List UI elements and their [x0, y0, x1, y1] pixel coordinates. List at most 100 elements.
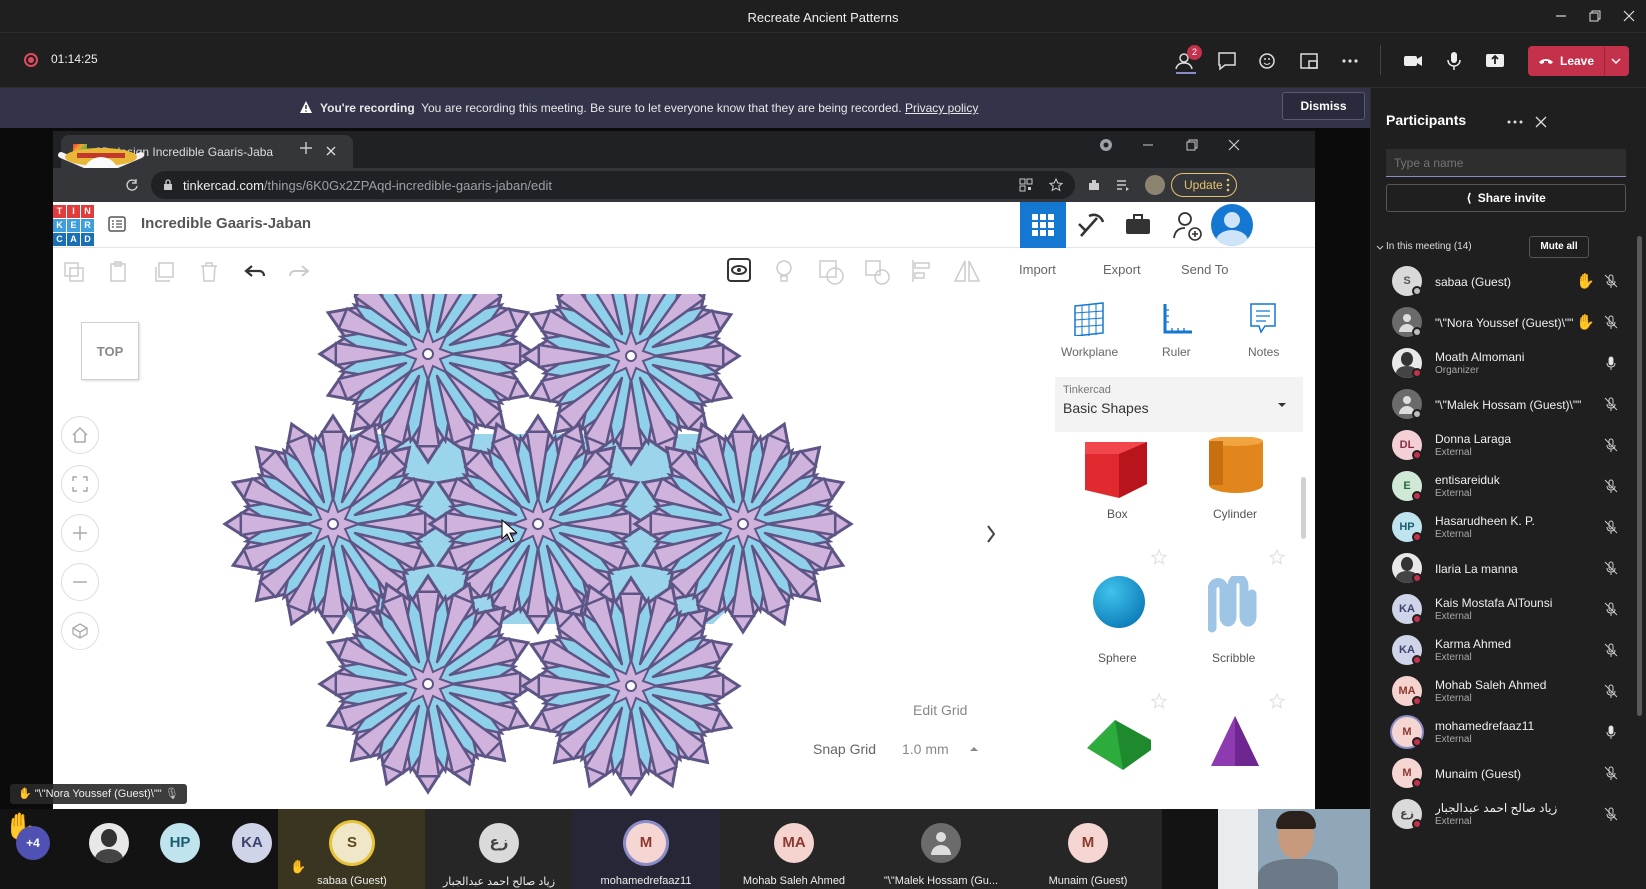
roof-shape-icon[interactable] [1085, 714, 1153, 774]
participant-row[interactable]: "\"Nora Youssef (Guest)\"" ✋ [1371, 301, 1646, 344]
video-tile[interactable]: Mmohamedrefaaz11 [572, 809, 720, 889]
snap-grid-select[interactable]: 1.0 mm [902, 741, 949, 757]
mic-off-icon[interactable] [1603, 273, 1619, 289]
mic-off-icon[interactable] [1603, 519, 1619, 535]
playlist-icon[interactable] [1116, 178, 1130, 192]
share-invite-button[interactable]: ⟨ Share invite [1386, 184, 1626, 212]
participant-row[interactable]: MA Mohab Saleh Ahmed External [1371, 670, 1646, 713]
blocks-pickaxe-icon[interactable] [1075, 210, 1107, 240]
mini-avatar-ka[interactable]: KA [232, 823, 272, 863]
participant-row[interactable]: Eentisareiduk External [1371, 465, 1646, 508]
rosette-tile[interactable] [317, 573, 539, 795]
delete-icon[interactable] [197, 260, 221, 284]
sphere-shape-label[interactable]: Sphere [1098, 651, 1137, 665]
sphere-shape-icon[interactable] [1091, 574, 1147, 630]
participant-row[interactable]: Mmohamedrefaaz11 External [1371, 711, 1646, 754]
duplicate-icon[interactable] [152, 260, 176, 284]
align-icon[interactable] [910, 258, 936, 284]
mirror-icon[interactable] [952, 258, 982, 284]
restore-icon[interactable] [1587, 8, 1603, 24]
participant-row[interactable]: KA Karma Ahmed External [1371, 629, 1646, 672]
reload-icon[interactable] [125, 178, 139, 192]
tab-close-icon[interactable] [325, 145, 337, 157]
mic-off-icon[interactable] [1603, 478, 1619, 494]
view-cube[interactable]: TOP [81, 322, 139, 380]
rooms-icon[interactable] [1295, 47, 1323, 75]
browser-profile-avatar[interactable] [1145, 175, 1165, 195]
caret-down-icon[interactable] [1277, 401, 1287, 409]
participant-photo-avatar[interactable] [89, 823, 129, 863]
microphone-icon[interactable] [1440, 47, 1468, 75]
browser-close-icon[interactable] [1227, 138, 1241, 152]
leave-button[interactable]: Leave [1528, 46, 1629, 76]
kebab-icon[interactable] [1225, 178, 1231, 192]
zoom-out-button[interactable] [61, 563, 99, 601]
share-screen-icon[interactable] [1481, 47, 1509, 75]
more-participants-counter[interactable]: +4 [16, 826, 50, 860]
microphone-icon[interactable] [1603, 724, 1619, 740]
edit-grid-button[interactable]: Edit Grid [913, 702, 967, 718]
favorite-star-icon[interactable] [1151, 549, 1167, 565]
view-3d-button[interactable] [1020, 202, 1066, 248]
tinkercad-user-avatar[interactable] [1211, 204, 1253, 246]
mic-off-icon[interactable] [1603, 642, 1619, 658]
scribble-shape-label[interactable]: Scribble [1212, 651, 1255, 665]
box-shape-icon[interactable] [1081, 440, 1151, 500]
star-icon[interactable] [1049, 178, 1063, 192]
export-button[interactable]: Export [1103, 262, 1141, 277]
light-bulb-icon[interactable] [772, 258, 796, 286]
minimize-icon[interactable] [1553, 8, 1569, 24]
tinkercad-logo[interactable]: TIN KER CAD [53, 205, 94, 246]
qr-icon[interactable] [1019, 178, 1033, 192]
mic-off-icon[interactable] [1603, 437, 1619, 453]
reactions-icon[interactable] [1254, 47, 1282, 75]
participant-row[interactable]: HP Hasarudheen K. P. External [1371, 506, 1646, 549]
participant-row[interactable]: Moath Almomani Organizer [1371, 342, 1646, 385]
geometric-pattern-model[interactable] [53, 294, 1043, 809]
home-view-button[interactable] [61, 416, 99, 454]
mic-off-icon[interactable] [1603, 560, 1619, 576]
import-button[interactable]: Import [1019, 262, 1056, 277]
panel-scrollbar[interactable] [1301, 477, 1306, 539]
box-shape-label[interactable]: Box [1107, 507, 1128, 521]
extensions-icon[interactable] [1087, 178, 1101, 192]
design-menu-icon[interactable] [107, 214, 127, 234]
browser-restore-icon[interactable] [1185, 138, 1199, 152]
chevron-down-icon[interactable] [1376, 245, 1384, 251]
dismiss-button[interactable]: Dismiss [1282, 92, 1365, 120]
copy-icon[interactable] [62, 260, 86, 284]
notes-icon[interactable] [1249, 302, 1277, 336]
notes-label[interactable]: Notes [1248, 345, 1279, 359]
group-icon[interactable] [817, 258, 845, 286]
video-tile[interactable]: MA Mohab Saleh Ahmed [720, 809, 868, 889]
cone-shape-icon[interactable] [1209, 714, 1261, 774]
show-all-icon[interactable] [725, 256, 753, 286]
workplane-label[interactable]: Workplane [1061, 345, 1118, 359]
close-icon[interactable] [1621, 8, 1637, 24]
participant-search-input[interactable] [1386, 149, 1626, 177]
scribble-shape-icon[interactable] [1208, 576, 1264, 634]
participant-row[interactable]: Ilaria La manna [1371, 547, 1646, 590]
favorite-star-icon[interactable] [1269, 693, 1285, 709]
design-title[interactable]: Incredible Gaaris-Jaban [141, 215, 311, 232]
redo-icon[interactable] [287, 260, 311, 284]
mini-avatar-hp[interactable]: HP [160, 823, 200, 863]
ruler-label[interactable]: Ruler [1162, 345, 1191, 359]
chat-icon[interactable] [1213, 47, 1241, 75]
mic-off-icon[interactable] [1603, 601, 1619, 617]
panel-close-icon[interactable] [1535, 116, 1547, 128]
video-tile[interactable]: "\"Malek Hossam (Gu... [867, 809, 1015, 889]
mute-all-button[interactable]: Mute all [1529, 236, 1589, 258]
cylinder-shape-label[interactable]: Cylinder [1213, 507, 1257, 521]
add-user-icon[interactable] [1171, 208, 1205, 242]
paste-icon[interactable] [107, 260, 131, 284]
perspective-button[interactable] [61, 612, 99, 650]
camera-icon[interactable] [1399, 47, 1427, 75]
caret-up-icon[interactable] [969, 745, 979, 753]
library-selector[interactable]: Tinkercad Basic Shapes [1055, 377, 1303, 432]
ungroup-icon[interactable] [863, 258, 891, 286]
fit-view-button[interactable] [61, 465, 99, 503]
rosette-tile[interactable] [520, 575, 742, 797]
zoom-in-button[interactable] [61, 514, 99, 552]
workplane-icon[interactable] [1073, 302, 1105, 336]
